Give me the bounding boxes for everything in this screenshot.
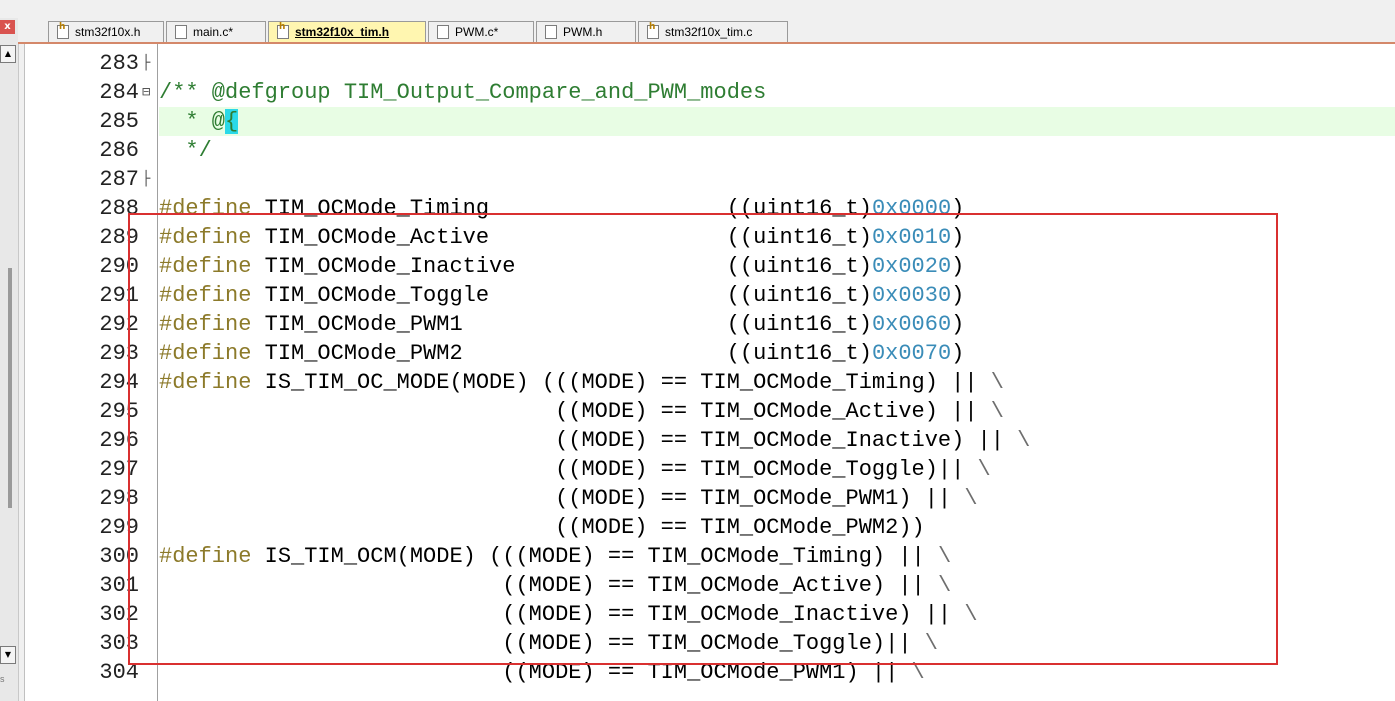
tab-pwm-c[interactable]: PWM.c* [428, 21, 534, 42]
code-line[interactable]: 297 ((MODE) == TIM_OCMode_Toggle)|| \ [25, 455, 1395, 484]
code-line[interactable]: 284 ⊟ /** @defgroup TIM_Output_Compare_and… [25, 78, 1395, 107]
tab-stm32f10x-tim-c[interactable]: stm32f10x_tim.c [638, 21, 788, 42]
code-line[interactable]: 291 #define TIM_OCMode_Toggle ((uint16_t)… [25, 281, 1395, 310]
line-number: 283 [99, 51, 139, 76]
line-number: 285 [99, 109, 139, 134]
line-number: 290 [99, 254, 139, 279]
code-text: ((MODE) == TIM_OCMode_PWM2)) [159, 515, 925, 540]
code-line[interactable]: 285 * @{ [25, 107, 1395, 136]
code-text: /** @defgroup TIM_Output_Compare_and_PWM… [159, 80, 767, 105]
code-line[interactable]: 287 ├ [25, 165, 1395, 194]
code-line[interactable]: 298 ((MODE) == TIM_OCMode_PWM1) || \ [25, 484, 1395, 513]
fold-line-icon: ├ [142, 55, 151, 71]
code-text: ((MODE) == TIM_OCMode_Active) || \ [159, 399, 1004, 424]
fold-toggle-icon[interactable]: ⊟ [142, 85, 150, 99]
code-text: #define TIM_OCMode_Toggle ((uint16_t)0x0… [159, 283, 965, 308]
tab-pwm-h[interactable]: PWM.h [536, 21, 636, 42]
header-file-icon [647, 22, 659, 39]
code-line[interactable]: 289 #define TIM_OCMode_Active ((uint16_t)… [25, 223, 1395, 252]
source-file-icon [437, 25, 449, 39]
line-number: 296 [99, 428, 139, 453]
line-number: 301 [99, 573, 139, 598]
code-line[interactable]: 300 #define IS_TIM_OCM(MODE) (((MODE) == … [25, 542, 1395, 571]
code-text: #define IS_TIM_OC_MODE(MODE) (((MODE) ==… [159, 370, 1004, 395]
code-text: ((MODE) == TIM_OCMode_PWM1) || \ [159, 660, 925, 685]
line-number: 303 [99, 631, 139, 656]
tab-label: main.c* [193, 25, 234, 39]
scroll-up-icon[interactable]: ▲ [0, 45, 16, 63]
code-text: #define TIM_OCMode_Timing ((uint16_t)0x0… [159, 196, 965, 221]
code-text: #define TIM_OCMode_PWM1 ((uint16_t)0x006… [159, 312, 965, 337]
line-number: 291 [99, 283, 139, 308]
line-number: 298 [99, 486, 139, 511]
tab-label: PWM.c* [455, 25, 499, 39]
line-number: 292 [99, 312, 139, 337]
code-text: */ [159, 138, 212, 163]
code-line[interactable]: 303 ((MODE) == TIM_OCMode_Toggle)|| \ [25, 629, 1395, 658]
line-number: 294 [99, 370, 139, 395]
fold-line-icon: ├ [142, 171, 151, 187]
code-line[interactable]: 283 ├ [25, 49, 1395, 78]
line-number: 304 [99, 660, 139, 685]
code-text: ((MODE) == TIM_OCMode_Toggle)|| \ [159, 457, 991, 482]
line-number: 287 [99, 167, 139, 192]
tab-stm32f10x-h[interactable]: stm32f10x.h [48, 21, 164, 42]
tab-label: stm32f10x.h [75, 25, 141, 39]
code-line[interactable]: 299 ((MODE) == TIM_OCMode_PWM2)) [25, 513, 1395, 542]
left-pane-label: s [0, 674, 5, 684]
code-line[interactable]: 295 ((MODE) == TIM_OCMode_Active) || \ [25, 397, 1395, 426]
code-line[interactable]: 296 ((MODE) == TIM_OCMode_Inactive) || \ [25, 426, 1395, 455]
code-text: #define IS_TIM_OCM(MODE) (((MODE) == TIM… [159, 544, 952, 569]
header-file-icon [277, 22, 289, 39]
source-file-icon [175, 25, 187, 39]
vertical-scrollbar[interactable] [8, 268, 12, 508]
code-line[interactable]: 286 */ [25, 136, 1395, 165]
code-text: ((MODE) == TIM_OCMode_Inactive) || \ [159, 428, 1031, 453]
line-number: 300 [99, 544, 139, 569]
code-text: ((MODE) == TIM_OCMode_Active) || \ [159, 573, 952, 598]
line-number: 286 [99, 138, 139, 163]
code-editor[interactable]: 283 ├ 284 ⊟/** @defgroup TIM_Output_Compare… [24, 44, 1395, 701]
code-line[interactable]: 290 #define TIM_OCMode_Inactive ((uint16_… [25, 252, 1395, 281]
close-icon[interactable]: x [0, 20, 15, 34]
header-file-icon [57, 22, 69, 39]
code-line[interactable]: 302 ((MODE) == TIM_OCMode_Inactive) || \ [25, 600, 1395, 629]
line-number: 289 [99, 225, 139, 250]
line-number: 284 [99, 80, 139, 105]
tab-main-c[interactable]: main.c* [166, 21, 266, 42]
code-text: ((MODE) == TIM_OCMode_PWM1) || \ [159, 486, 978, 511]
line-number: 288 [99, 196, 139, 221]
code-line[interactable]: 293 #define TIM_OCMode_PWM2 ((uint16_t)0x… [25, 339, 1395, 368]
code-line[interactable]: 304 ((MODE) == TIM_OCMode_PWM1) || \ [25, 658, 1395, 687]
line-number: 297 [99, 457, 139, 482]
code-line[interactable]: 288 #define TIM_OCMode_Timing ((uint16_t)… [25, 194, 1395, 223]
tab-label: PWM.h [563, 25, 603, 39]
line-number: 302 [99, 602, 139, 627]
code-text: #define TIM_OCMode_Active ((uint16_t)0x0… [159, 225, 965, 250]
code-text: * @{ [159, 107, 1395, 136]
code-line[interactable]: 301 ((MODE) == TIM_OCMode_Active) || \ [25, 571, 1395, 600]
left-pane: x ▲ ▼ s [0, 18, 19, 701]
code-text: #define TIM_OCMode_PWM2 ((uint16_t)0x007… [159, 341, 965, 366]
code-line[interactable]: 294 #define IS_TIM_OC_MODE(MODE) (((MODE)… [25, 368, 1395, 397]
tab-stm32f10x-tim-h[interactable]: stm32f10x_tim.h [268, 21, 426, 42]
code-text: ((MODE) == TIM_OCMode_Toggle)|| \ [159, 631, 938, 656]
line-number: 295 [99, 399, 139, 424]
line-number: 293 [99, 341, 139, 366]
source-file-icon [545, 25, 557, 39]
tab-bar: stm32f10x.h main.c* stm32f10x_tim.h PWM.… [18, 18, 1395, 44]
toolbar [0, 0, 1395, 18]
line-number: 299 [99, 515, 139, 540]
code-text: ((MODE) == TIM_OCMode_Inactive) || \ [159, 602, 978, 627]
tab-label: stm32f10x_tim.h [295, 25, 390, 39]
scroll-down-icon[interactable]: ▼ [0, 646, 16, 664]
tab-label: stm32f10x_tim.c [665, 25, 753, 39]
code-text: #define TIM_OCMode_Inactive ((uint16_t)0… [159, 254, 965, 279]
code-line[interactable]: 292 #define TIM_OCMode_PWM1 ((uint16_t)0x… [25, 310, 1395, 339]
